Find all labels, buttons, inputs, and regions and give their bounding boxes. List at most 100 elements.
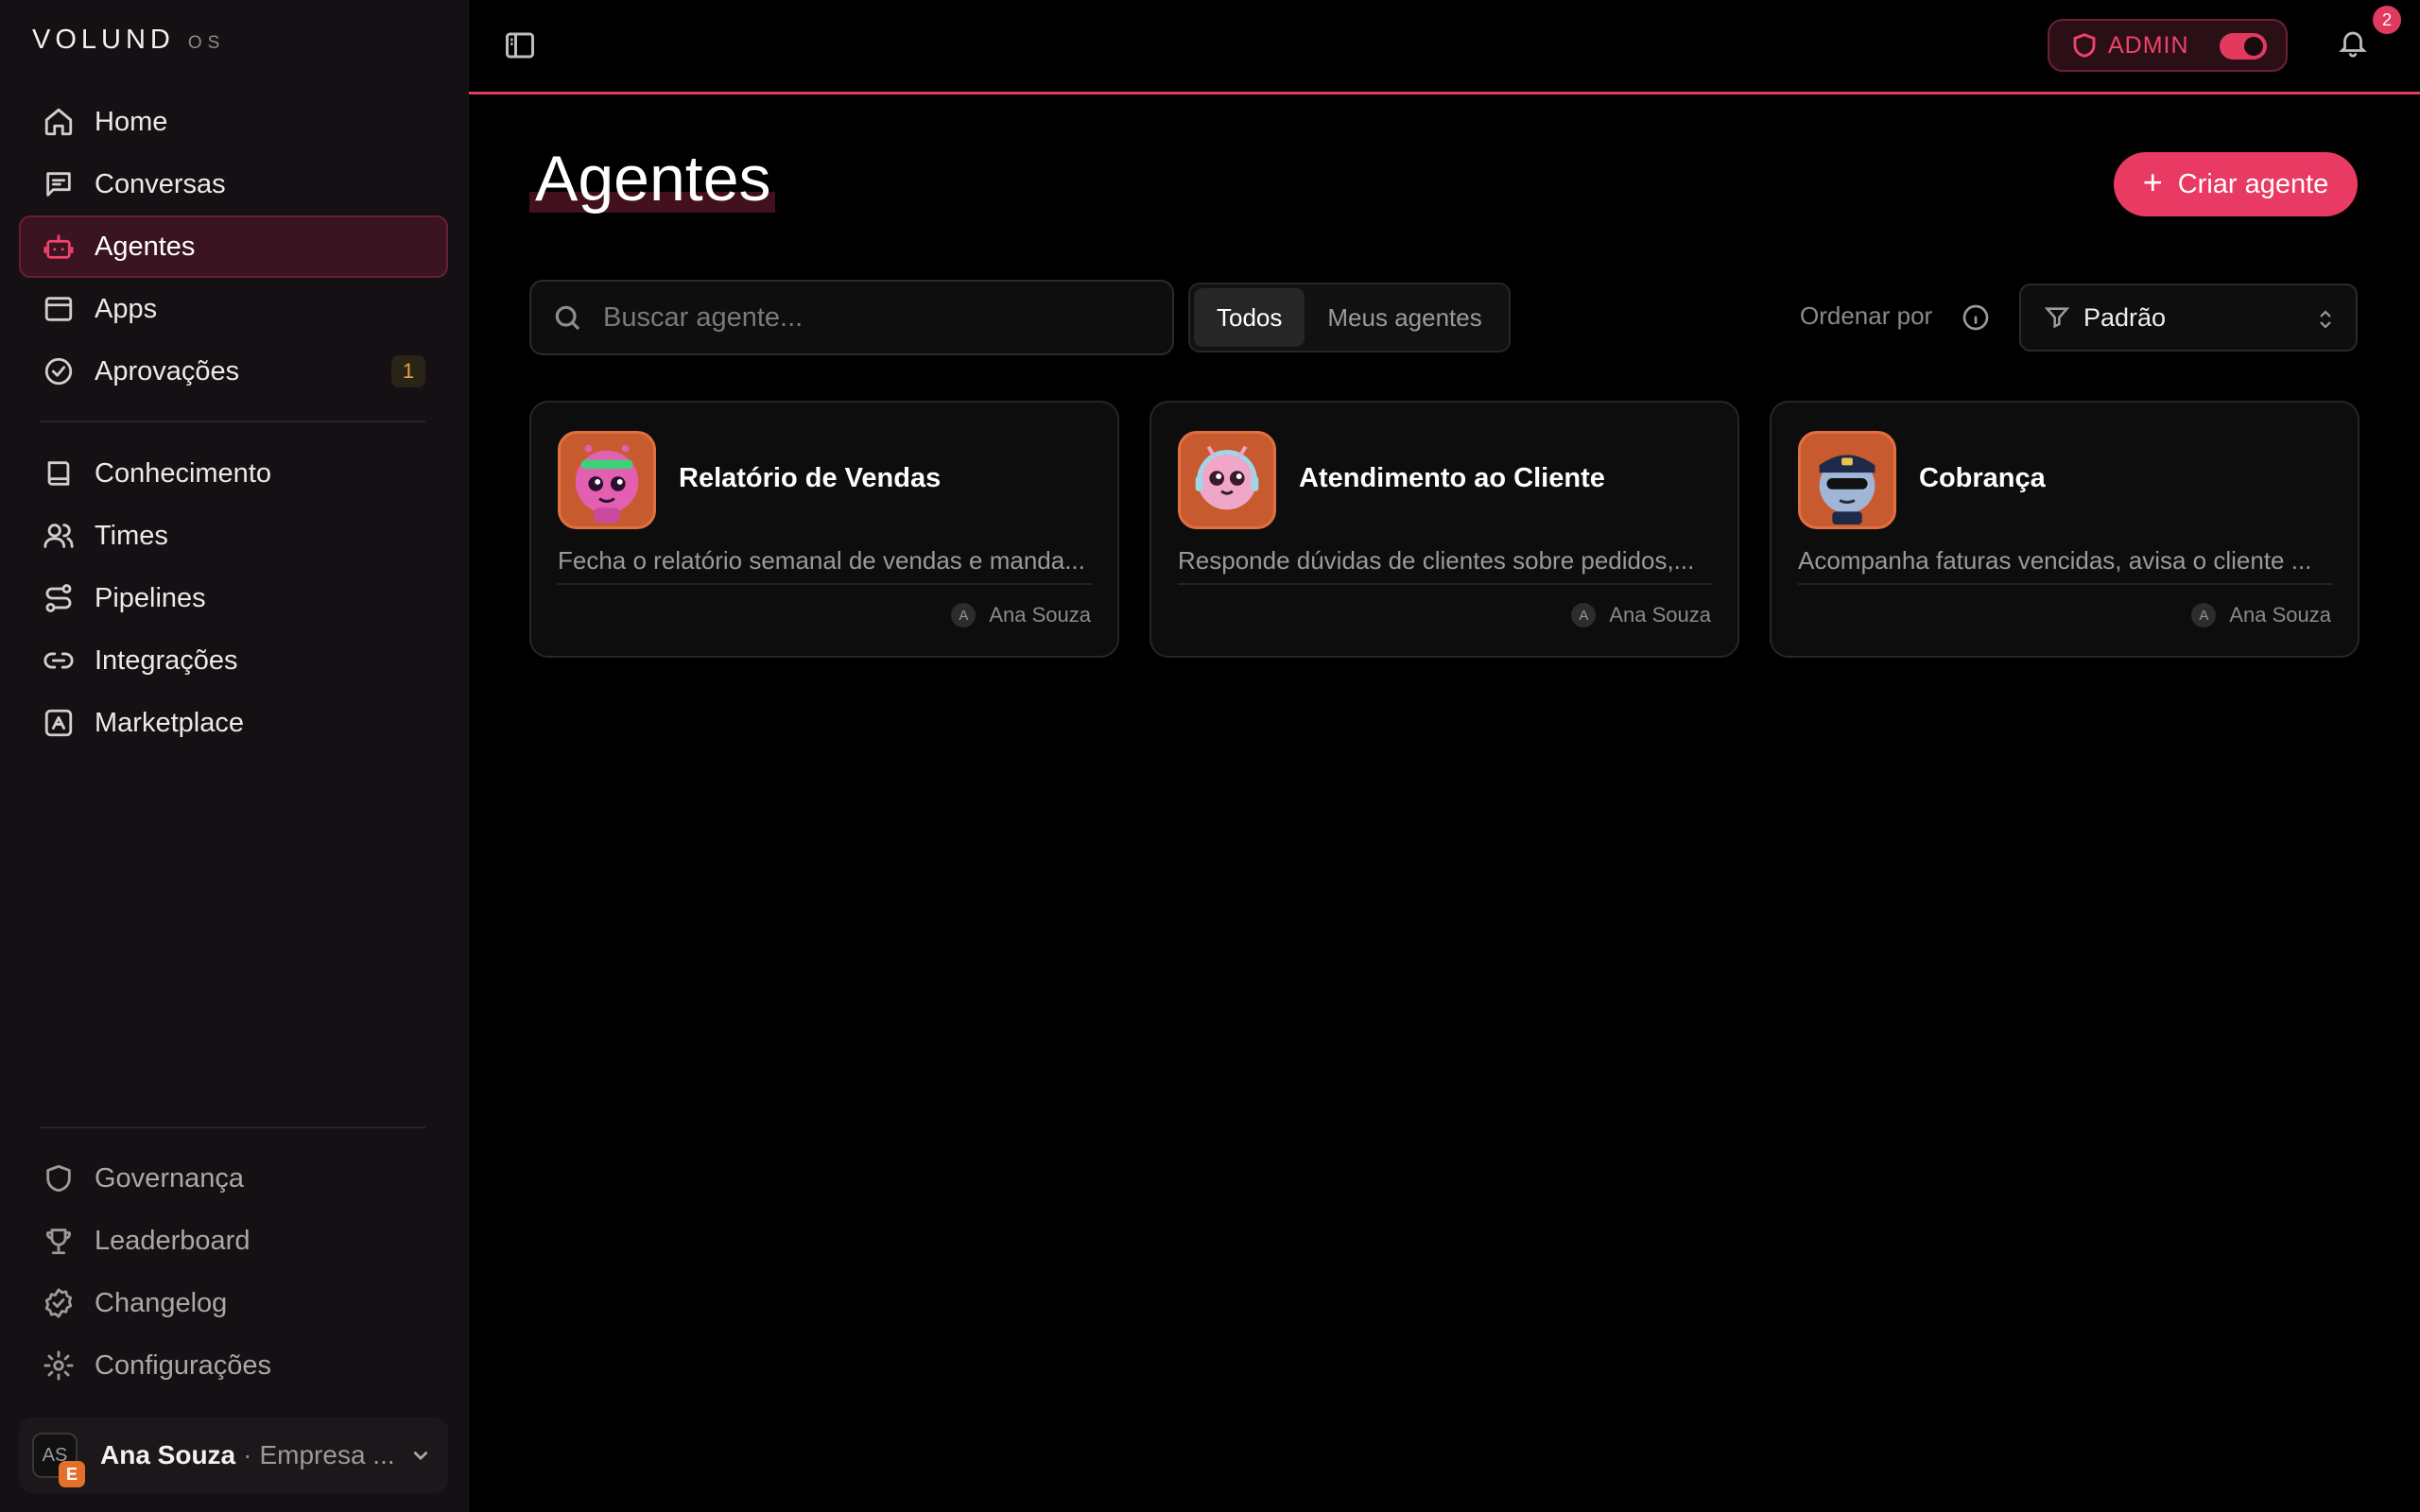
message-icon bbox=[42, 167, 76, 201]
agent-card[interactable]: Cobrança Acompanha faturas vencidas, avi… bbox=[1770, 401, 2360, 658]
brand-logo[interactable]: VOLUND OS bbox=[32, 25, 225, 56]
sidebar-item-label: Conhecimento bbox=[95, 457, 271, 489]
sidebar-item-conversas[interactable]: Conversas bbox=[19, 153, 448, 215]
filter-icon bbox=[2044, 307, 2070, 329]
user-company: Empresa ... bbox=[259, 1440, 395, 1469]
owner-avatar: A bbox=[951, 603, 977, 627]
sidebar-item-times[interactable]: Times bbox=[19, 505, 448, 567]
agent-owner: A Ana Souza bbox=[951, 603, 1091, 627]
sidebar-item-marketplace[interactable]: Marketplace bbox=[19, 692, 448, 754]
link-icon bbox=[42, 644, 76, 678]
approvals-count-badge: 1 bbox=[391, 355, 425, 387]
sidebar-item-integracoes[interactable]: Integrações bbox=[19, 629, 448, 692]
bot-icon bbox=[42, 230, 76, 264]
owner-avatar: A bbox=[2191, 603, 2217, 627]
sidebar-item-label: Agentes bbox=[95, 231, 196, 262]
agent-name: Atendimento ao Cliente bbox=[1299, 463, 1605, 493]
plus-icon: + bbox=[2142, 163, 2163, 201]
create-agent-button[interactable]: + Criar agente bbox=[2114, 152, 2358, 216]
sidebar-item-label: Aprovações bbox=[95, 355, 240, 387]
sidebar-toggle-icon[interactable] bbox=[503, 28, 541, 62]
sidebar-item-governanca[interactable]: Governança bbox=[19, 1147, 448, 1210]
home-icon bbox=[42, 105, 76, 139]
agent-card[interactable]: Atendimento ao Cliente Responde dúvidas … bbox=[1150, 401, 1739, 658]
sidebar-item-label: Integrações bbox=[95, 644, 238, 676]
order-value: Padrão bbox=[2083, 302, 2167, 332]
sidebar-item-changelog[interactable]: Changelog bbox=[19, 1272, 448, 1334]
sidebar-item-label: Configurações bbox=[95, 1349, 271, 1381]
sidebar-item-pipelines[interactable]: Pipelines bbox=[19, 567, 448, 629]
agent-owner: A Ana Souza bbox=[1571, 603, 1711, 627]
page-title: Agentes bbox=[535, 143, 771, 215]
app-window-icon bbox=[42, 292, 76, 326]
agent-owner: A Ana Souza bbox=[2191, 603, 2331, 627]
user-menu[interactable]: AS E Ana Souza · Empresa ... bbox=[19, 1418, 448, 1493]
search-icon bbox=[555, 305, 580, 331]
robot-pink-icon bbox=[558, 431, 656, 529]
footer-nav: Governança Leaderboard Changelog Configu… bbox=[19, 1147, 448, 1397]
sidebar-item-label: Marketplace bbox=[95, 707, 244, 738]
route-icon bbox=[42, 581, 76, 615]
sidebar-item-label: Governança bbox=[95, 1162, 244, 1194]
robot-headset-icon bbox=[1178, 431, 1276, 529]
store-icon bbox=[42, 706, 76, 740]
sidebar-item-apps[interactable]: Apps bbox=[19, 278, 448, 340]
sidebar-item-home[interactable]: Home bbox=[19, 91, 448, 153]
agent-description: Fecha o relatório semanal de vendas e ma… bbox=[558, 546, 1093, 585]
agent-name: Relatório de Vendas bbox=[679, 463, 942, 493]
admin-switch[interactable] bbox=[2220, 33, 2267, 60]
tab-meus-agentes[interactable]: Meus agentes bbox=[1305, 288, 1504, 347]
sidebar-divider bbox=[40, 421, 425, 422]
sidebar-divider bbox=[40, 1126, 425, 1128]
sidebar-item-conhecimento[interactable]: Conhecimento bbox=[19, 442, 448, 505]
primary-nav: Home Conversas Agentes Apps Aprovações 1 bbox=[19, 91, 448, 403]
owner-avatar: A bbox=[1571, 603, 1597, 627]
gear-icon bbox=[42, 1349, 76, 1383]
agent-description: Responde dúvidas de clientes sobre pedid… bbox=[1178, 546, 1713, 585]
owner-name: Ana Souza bbox=[989, 603, 1091, 627]
sidebar-item-configuracoes[interactable]: Configurações bbox=[19, 1334, 448, 1397]
search-input[interactable] bbox=[601, 301, 1131, 335]
sidebar-item-label: Changelog bbox=[95, 1287, 228, 1318]
tab-todos[interactable]: Todos bbox=[1194, 288, 1305, 347]
sidebar-item-label: Home bbox=[95, 106, 168, 137]
secondary-nav: Conhecimento Times Pipelines Integrações… bbox=[19, 442, 448, 754]
order-label: Ordenar por bbox=[1800, 301, 1933, 330]
sidebar-item-label: Leaderboard bbox=[95, 1225, 251, 1256]
agent-description: Acompanha faturas vencidas, avisa o clie… bbox=[1798, 546, 2333, 585]
org-badge: E bbox=[59, 1461, 85, 1487]
user-name: Ana Souza bbox=[100, 1440, 236, 1469]
agent-filter-tabs: Todos Meus agentes bbox=[1188, 283, 1511, 352]
admin-mode-toggle[interactable]: ADMIN bbox=[2048, 19, 2288, 72]
sidebar-item-leaderboard[interactable]: Leaderboard bbox=[19, 1210, 448, 1272]
sidebar-item-label: Apps bbox=[95, 293, 158, 324]
sidebar-item-agentes[interactable]: Agentes bbox=[19, 215, 448, 278]
bell-icon[interactable] bbox=[2337, 26, 2375, 64]
notifications-badge: 2 bbox=[2373, 6, 2401, 34]
search-box bbox=[529, 280, 1174, 355]
order-select[interactable]: Padrão bbox=[2019, 284, 2358, 352]
chevron-updown-icon bbox=[2316, 308, 2335, 331]
admin-label: ADMIN bbox=[2108, 31, 2189, 59]
chevron-down-icon bbox=[408, 1443, 433, 1468]
sidebar-item-label: Times bbox=[95, 520, 168, 551]
info-icon[interactable] bbox=[1961, 302, 1991, 333]
badge-check-icon bbox=[42, 1286, 76, 1320]
agent-card[interactable]: Relatório de Vendas Fecha o relatório se… bbox=[529, 401, 1119, 658]
sidebar-item-label: Conversas bbox=[95, 168, 226, 199]
user-separator: · bbox=[243, 1440, 252, 1469]
shield-icon bbox=[2073, 33, 2096, 58]
sidebar-item-aprovacoes[interactable]: Aprovações 1 bbox=[19, 340, 448, 403]
agent-name: Cobrança bbox=[1919, 463, 2046, 493]
owner-name: Ana Souza bbox=[2229, 603, 2331, 627]
sidebar: VOLUND OS Home Conversas Agentes Apps Ap… bbox=[0, 0, 469, 1512]
brand-suffix: OS bbox=[187, 33, 226, 53]
topbar: ADMIN 2 bbox=[469, 0, 2420, 94]
brand-name: VOLUND bbox=[32, 25, 175, 55]
owner-name: Ana Souza bbox=[1609, 603, 1711, 627]
shield-icon bbox=[42, 1161, 76, 1195]
sidebar-item-label: Pipelines bbox=[95, 582, 206, 613]
users-icon bbox=[42, 519, 76, 553]
avatar: AS E bbox=[32, 1433, 85, 1487]
trophy-icon bbox=[42, 1224, 76, 1258]
